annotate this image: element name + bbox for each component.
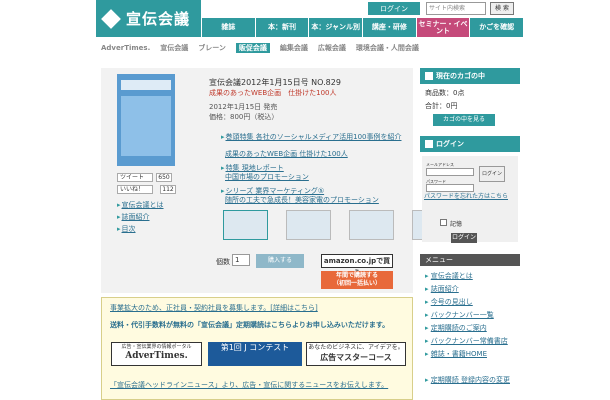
contest-banner[interactable]: 第1回 J コンテスト [208,342,302,366]
login-header: ログイン [420,136,520,152]
thumbnail[interactable] [286,210,331,240]
issue-price: 価格：800円（税込） [209,113,279,121]
nav-genre-books[interactable]: 本：ジャンル別 [308,18,363,37]
nav-magazine[interactable]: 雑誌 [201,18,255,37]
menu-backnumbers[interactable]: バックナンバー一覧 [425,310,494,320]
menu-bookstores[interactable]: バックナンバー常備書店 [425,336,508,346]
feature-link-2[interactable]: 特集 現地レポート [221,164,284,172]
menu-headlines[interactable]: 今号の見出し [425,297,473,307]
annual-subscription-button[interactable]: 年間で購読する （初回一括払い） [321,271,393,289]
quantity-input[interactable]: 1 [232,254,250,266]
menu-contents-intro[interactable]: 誌面紹介 [425,284,459,294]
advertimes-banner[interactable]: 広告・宣伝業界の情報ポータル AdverTimes. [111,342,202,366]
site-logo[interactable]: 宣伝会議 [96,0,201,37]
banner1-main: AdverTimes. [125,351,188,361]
inline-login-button[interactable]: ログイン [479,166,505,182]
subnav-brain[interactable]: ブレーン [198,43,226,53]
cart-header: 現在のカゴの中 [420,68,520,84]
subnav-sendenkaigi[interactable]: 宣伝会議 [160,43,188,53]
logo-icon [101,8,121,29]
nav-seminars[interactable]: セミナー・イベント [415,18,470,37]
cart-item-count: 商品数：0点 [425,89,465,97]
feature-link-1-sub[interactable]: 成果のあったWEB企画 仕掛けた100人 [225,150,348,158]
subnav-henshu[interactable]: 編集会議 [280,43,308,53]
link-toc[interactable]: 目次 [117,224,136,234]
nav-new-books[interactable]: 本：新刊 [254,18,309,37]
subnav-koho[interactable]: 広報会議 [318,43,346,53]
thumbnail[interactable] [223,210,268,240]
like-count: 112 [160,185,176,194]
logo-text: 宣伝会議 [126,10,191,28]
forgot-password-link[interactable]: パスワードを忘れた方はこちら [424,193,508,201]
magazine-cover-image [117,74,175,166]
menu-about[interactable]: 宣伝会議とは [425,271,473,281]
annual-line1: 年間で購読する [335,272,378,279]
like-button[interactable]: いいね！ [117,185,153,194]
buy-button[interactable]: 購入する [256,254,304,268]
remember-label: 記憶 [450,221,463,228]
issue-subtitle: 成果のあったWEB企画 仕掛けた100人 [209,89,337,97]
issue-date: 2012年1月15日 発売 [209,103,278,111]
link-contents-intro[interactable]: 誌面紹介 [117,212,150,222]
feature-link-3[interactable]: シリーズ 業界マーケティング⑤ [221,187,325,195]
subscription-notice[interactable]: 送料・代引手数料が無料の「宣伝会議」定期購読はこちらよりお申し込みいただけます。 [110,320,389,330]
menu-subscription[interactable]: 定期購読のご案内 [425,323,487,333]
tweet-count: 650 [156,173,172,182]
feature-link-3-sub[interactable]: 随所の工夫で急成長！美容家電のプロモーション [225,196,379,204]
menu-home[interactable]: 雑誌・書籍HOME [425,349,487,359]
master-course-banner[interactable]: あなたのビジネスに、アイデアを。 広告マスターコース [306,342,406,366]
banner2-text: 第1回 J コンテスト [220,343,290,352]
annual-line2: （初回一括払い） [332,280,381,287]
remember-checkbox[interactable] [440,219,447,226]
login-button[interactable]: ログイン [451,233,477,243]
link-about[interactable]: 宣伝会議とは [117,200,164,210]
menu-subscription-change[interactable]: 定期購読 登録内容の変更 [425,375,510,385]
headline-news-notice[interactable]: 「宣伝会議ヘッドラインニュース」より、広告・宣伝に関するニュースをお伝えします。 [110,380,388,390]
menu-header: メニュー [420,254,520,266]
nav-courses[interactable]: 講座・研修 [362,18,416,37]
banner3-top: あなたのビジネスに、アイデアを。 [308,344,404,351]
banner3-main: 広告マスターコース [320,353,392,362]
subnav-advertimes[interactable]: AdverTimes. [101,44,150,52]
feature-link-2-sub[interactable]: 中国市場のプロモーション [225,173,309,181]
feature-link-1[interactable]: 巻頭特集 各社のソーシャルメディア活用100事例を紹介 [221,133,402,141]
publication-nav: AdverTimes. 宣伝会議 ブレーン 販促会議 編集会議 広報会議 環境会… [101,41,521,55]
amazon-button[interactable]: amazon.co.jpで買う [321,254,393,277]
thumbnail[interactable] [349,210,394,240]
login-link[interactable]: ログイン [368,2,420,15]
main-nav: 雑誌 本：新刊 本：ジャンル別 講座・研修 セミナー・イベント かごを確認 [201,18,524,37]
recruit-notice[interactable]: 事業拡大のため、正社員・契約社員を募集します。[詳細はこちら] [110,303,318,313]
subnav-hansoku[interactable]: 販促会議 [235,43,270,53]
search-input[interactable]: サイト内検索 [426,2,486,15]
view-cart-button[interactable]: カゴの中を見る [433,114,495,126]
issue-title: 宣伝会議2012年1月15日号 NO.829 [209,78,341,87]
password-field[interactable] [426,184,474,192]
email-field[interactable] [426,168,474,176]
tweet-button[interactable]: ツイート [117,173,153,182]
subnav-kankyo[interactable]: 環境会議・人間会議 [356,43,419,53]
search-button[interactable]: 検 索 [490,2,514,15]
nav-cart[interactable]: かごを確認 [469,18,524,37]
quantity-label: 個数 [216,258,230,266]
cart-total: 合計：0円 [425,102,458,110]
